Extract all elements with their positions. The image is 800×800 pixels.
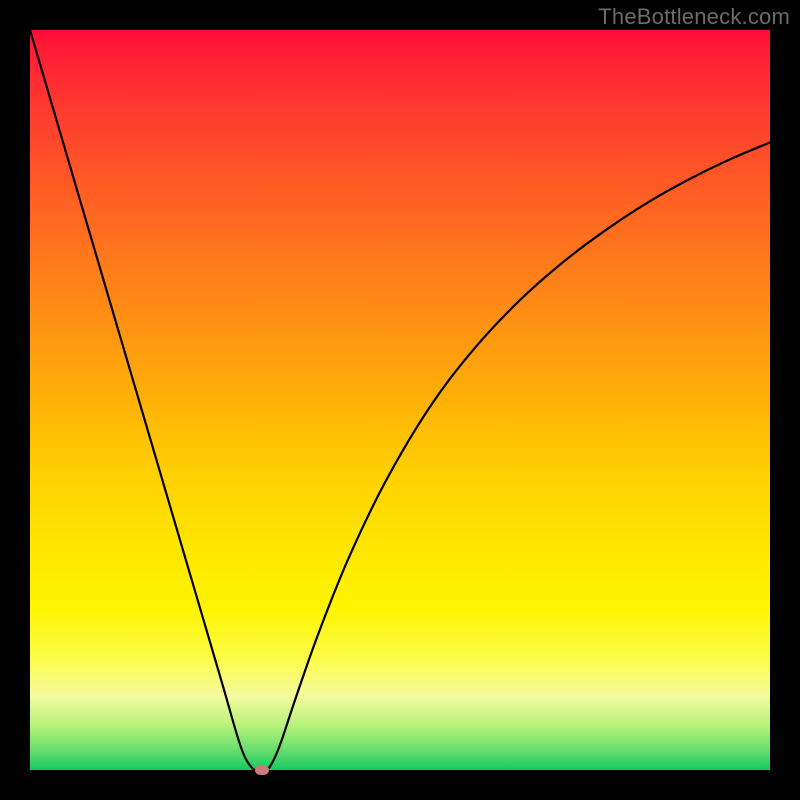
plot-area	[30, 30, 770, 770]
minimum-marker-dot	[255, 765, 269, 775]
watermark-text: TheBottleneck.com	[598, 4, 790, 30]
bottleneck-curve	[30, 30, 770, 770]
chart-frame: TheBottleneck.com	[0, 0, 800, 800]
